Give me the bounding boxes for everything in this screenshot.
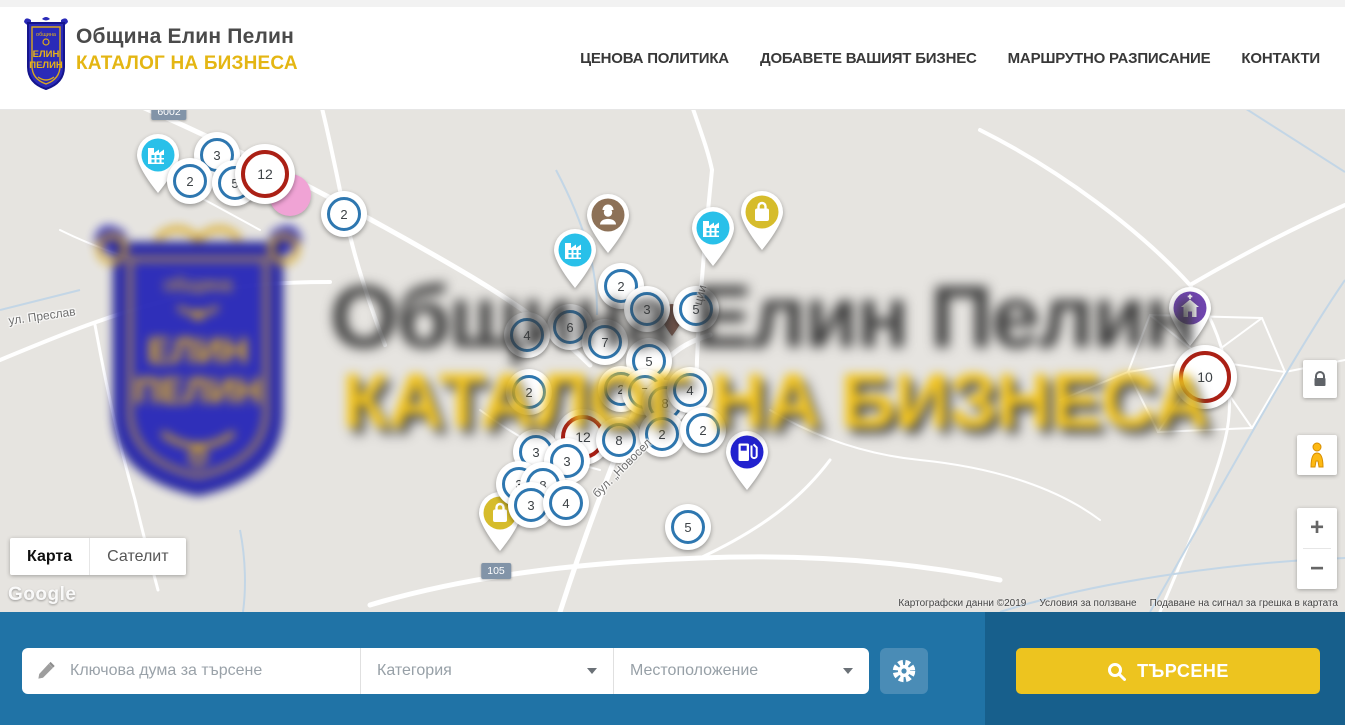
keyword-field-wrap xyxy=(22,648,360,694)
cluster-count: 7 xyxy=(601,335,608,350)
map-type-satellite-button[interactable]: Сателит xyxy=(89,538,185,575)
advanced-settings-button[interactable] xyxy=(880,648,928,694)
cluster-count: 2 xyxy=(617,279,624,294)
factory-pin[interactable] xyxy=(686,204,740,273)
shopping-bag-pin[interactable] xyxy=(735,188,789,257)
cluster-count: 5 xyxy=(645,354,652,369)
zoom-out-button[interactable]: − xyxy=(1297,549,1337,589)
map-type-control: Карта Сателит xyxy=(10,538,186,575)
municipality-logo[interactable]: община ЕЛИН ПЕЛИН xyxy=(22,17,70,93)
nav-pricing-policy[interactable]: ЦЕНОВА ПОЛИТИКА xyxy=(580,50,729,67)
map-type-map-button[interactable]: Карта xyxy=(10,538,89,575)
map-cluster-marker[interactable]: 4 xyxy=(543,480,589,526)
cluster-count: 2 xyxy=(340,207,347,222)
map-cluster-marker[interactable]: 2 xyxy=(506,369,552,415)
main-nav: ЦЕНОВА ПОЛИТИКА ДОБАВЕТЕ ВАШИЯТ БИЗНЕС М… xyxy=(580,7,1320,110)
cluster-count: 3 xyxy=(213,148,220,163)
search-button[interactable]: ТЪРСЕНЕ xyxy=(1016,648,1320,694)
factory-pin[interactable] xyxy=(548,226,602,295)
map-cluster-marker[interactable]: 2 xyxy=(167,158,213,204)
terms-of-use-link[interactable]: Условия за ползване xyxy=(1039,598,1136,609)
site-header: община ЕЛИН ПЕЛИН Община Елин Пелин КАТА… xyxy=(0,0,1345,110)
google-logo[interactable]: Google xyxy=(8,584,76,606)
map-cluster-marker[interactable]: 2 xyxy=(321,191,367,237)
chevron-down-icon xyxy=(587,668,597,674)
nav-route-schedule[interactable]: МАРШРУТНО РАЗПИСАНИЕ xyxy=(1008,50,1211,67)
fuel-pin[interactable] xyxy=(720,428,774,497)
svg-text:община: община xyxy=(36,32,57,38)
cluster-count: 4 xyxy=(523,328,530,343)
cluster-count: 3 xyxy=(532,445,539,460)
map-cluster-marker[interactable]: 4 xyxy=(504,312,550,358)
road-number-badge: 105 xyxy=(481,563,511,579)
report-map-error-link[interactable]: Подаване на сигнал за грешка в картата xyxy=(1150,598,1338,609)
search-icon xyxy=(1107,662,1126,681)
cluster-count: 5 xyxy=(684,520,691,535)
lock-icon xyxy=(1312,370,1328,388)
pegman-street-view-button[interactable] xyxy=(1297,435,1337,475)
cluster-count: 3 xyxy=(563,454,570,469)
keyword-search-input[interactable] xyxy=(68,661,346,681)
svg-text:ПЕЛИН: ПЕЛИН xyxy=(29,60,63,71)
cluster-count: 4 xyxy=(562,496,569,511)
pegman-icon xyxy=(1306,442,1328,468)
cluster-count: 3 xyxy=(527,498,534,513)
cluster-count: 2 xyxy=(658,427,665,442)
search-panel: Категория Местоположение ТЪРСЕНЕ xyxy=(0,612,1345,725)
google-map[interactable]: 325122235647522784128223338345106002105у… xyxy=(0,110,1345,612)
chevron-down-icon xyxy=(843,668,853,674)
svg-text:ЕЛИН: ЕЛИН xyxy=(33,49,60,60)
nav-contacts[interactable]: КОНТАКТИ xyxy=(1241,50,1320,67)
category-select[interactable]: Категория xyxy=(360,648,613,694)
cluster-count: 10 xyxy=(1197,369,1213,385)
cluster-count: 8 xyxy=(615,433,622,448)
road-number-badge: 6002 xyxy=(151,110,186,120)
cluster-count: 6 xyxy=(566,320,573,335)
cluster-count: 2 xyxy=(525,385,532,400)
map-cluster-marker[interactable]: 4 xyxy=(667,367,713,413)
cluster-count: 3 xyxy=(643,302,650,317)
map-cluster-marker[interactable]: 5 xyxy=(665,504,711,550)
map-cluster-marker[interactable]: 3 xyxy=(624,286,670,332)
zoom-control: + − xyxy=(1297,508,1337,589)
pencil-icon xyxy=(36,661,56,681)
zoom-in-button[interactable]: + xyxy=(1297,508,1337,548)
location-select[interactable]: Местоположение xyxy=(613,648,869,694)
map-cluster-marker[interactable]: 7 xyxy=(582,319,628,365)
site-title: Община Елин Пелин xyxy=(76,25,298,49)
gear-icon xyxy=(891,658,917,684)
scroll-lock-button[interactable] xyxy=(1303,360,1337,398)
cluster-count: 4 xyxy=(686,383,693,398)
coat-of-arms-icon: община ЕЛИН ПЕЛИН xyxy=(22,17,70,93)
map-cluster-marker[interactable]: 10 xyxy=(1173,345,1237,409)
map-attribution: Картографски данни ©2019 Условия за полз… xyxy=(898,598,1338,609)
search-filters: Категория Местоположение xyxy=(22,648,869,694)
map-copyright: Картографски данни ©2019 xyxy=(898,598,1026,609)
cluster-count: 2 xyxy=(699,423,706,438)
church-pin[interactable] xyxy=(1163,284,1217,353)
site-subtitle: КАТАЛОГ НА БИЗНЕСА xyxy=(76,53,298,75)
brand-text[interactable]: Община Елин Пелин КАТАЛОГ НА БИЗНЕСА xyxy=(76,25,298,75)
cluster-count: 12 xyxy=(257,166,273,182)
cluster-count: 2 xyxy=(186,174,193,189)
map-cluster-marker[interactable]: 12 xyxy=(235,144,295,204)
nav-add-your-business[interactable]: ДОБАВЕТЕ ВАШИЯТ БИЗНЕС xyxy=(760,50,977,67)
map-cluster-marker[interactable]: 2 xyxy=(680,407,726,453)
